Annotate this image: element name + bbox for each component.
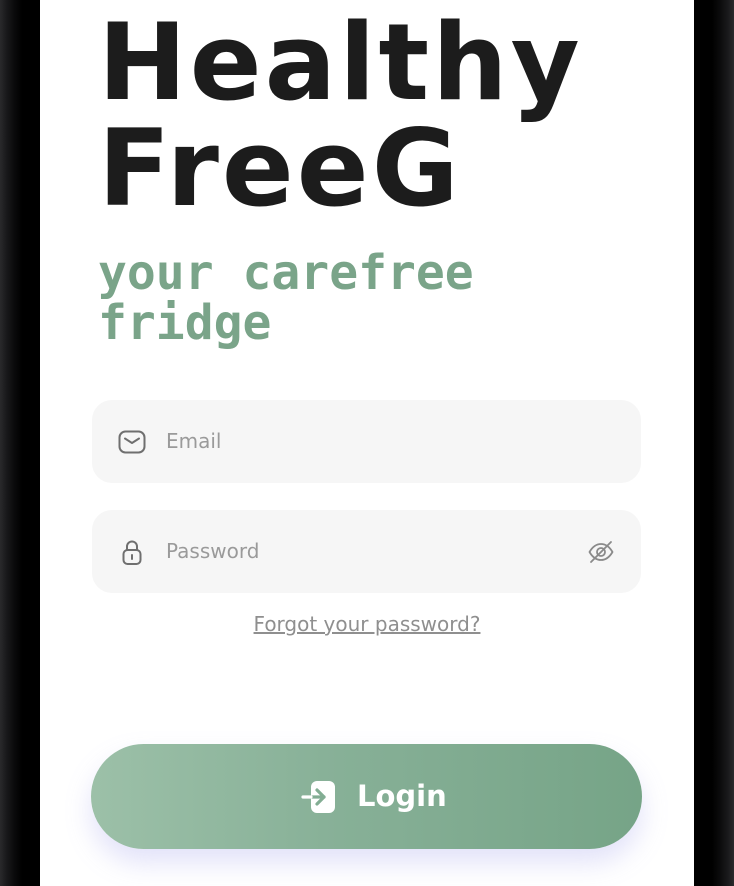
device-bezel-left <box>0 0 40 886</box>
app-tagline-line-1: your carefree <box>98 245 474 301</box>
app-title-line-1: Healthy <box>98 1 583 124</box>
eye-off-icon[interactable] <box>587 538 615 566</box>
login-button-label: Login <box>357 779 447 813</box>
password-input[interactable] <box>166 530 566 572</box>
app-tagline-line-2: fridge <box>98 295 272 351</box>
password-field-container[interactable] <box>92 510 641 593</box>
app-tagline: your carefree fridge <box>98 248 474 348</box>
email-input[interactable] <box>166 420 566 462</box>
mail-icon <box>118 430 146 454</box>
device-bezel-right <box>694 0 734 886</box>
login-screen: Healthy FreeG your carefree fridge Email… <box>40 0 694 886</box>
app-title-line-2: FreeG <box>98 107 462 230</box>
login-button[interactable]: Login <box>91 744 642 849</box>
lock-icon <box>122 540 142 565</box>
login-arrow-icon <box>301 781 335 813</box>
app-title: Healthy FreeG <box>98 10 583 222</box>
device-frame: Healthy FreeG your carefree fridge Email… <box>0 0 734 886</box>
forgot-password-link[interactable]: Forgot your password? <box>40 612 694 636</box>
email-field-container[interactable] <box>92 400 641 483</box>
